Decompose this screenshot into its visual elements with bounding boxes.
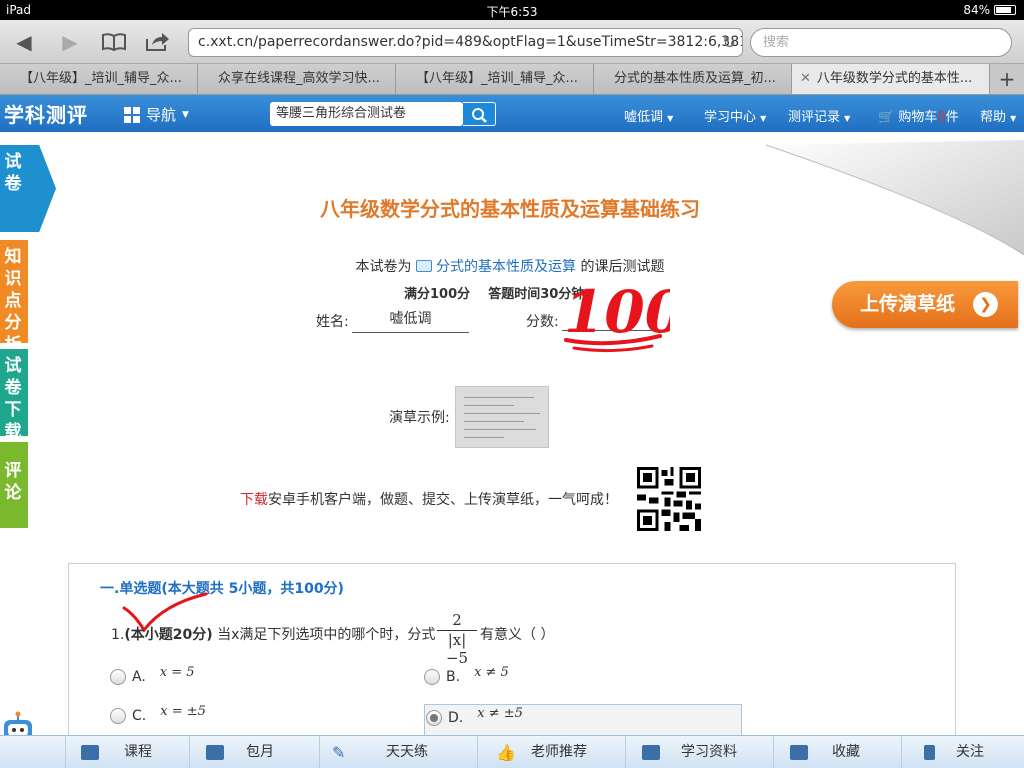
paper-meta: 满分100分 答题时间30分钟 — [404, 287, 585, 302]
tab-4[interactable]: 分式的基本性质及运算_初... — [594, 64, 792, 94]
draft-example-image[interactable] — [455, 386, 549, 448]
tab-2[interactable]: 众享在线课程_高效学习快... — [198, 64, 396, 94]
chevron-right-icon: ❯ — [973, 292, 998, 317]
search-icon — [472, 108, 487, 123]
site-search-input[interactable]: 等腰三角形综合测试卷 — [270, 102, 463, 126]
user-menu[interactable]: 嘘低调 ▼ — [624, 106, 673, 125]
site-logo[interactable]: 学科测评 — [4, 99, 88, 128]
score-stamp-100: 100 — [564, 278, 670, 353]
cart-count: 0 — [937, 110, 946, 125]
back-arrow-icon[interactable]: ◀ — [10, 28, 38, 56]
option-c[interactable]: C. x = ±5 — [110, 704, 206, 724]
draft-example-label: 演草示例: — [389, 410, 450, 426]
question-1-fraction: 2 |x|−5 — [437, 611, 477, 667]
monthly-icon — [206, 745, 224, 760]
bottom-nav-bar: 课程 包月 ✎ 天天练 👍 老师推荐 学习资料 收藏 关注 — [0, 735, 1024, 768]
side-tab-paper[interactable]: 试卷 — [0, 145, 56, 232]
option-d[interactable]: D. x ≠ ±5 — [426, 706, 523, 726]
question-1-stem: 1.(本小题20分) 当x满足下列选项中的哪个时，分式 — [111, 627, 436, 643]
option-a-radio[interactable] — [110, 669, 126, 685]
url-text: c.xxt.cn/paperrecordanswer.do?pid=489&op… — [198, 34, 743, 50]
option-a[interactable]: A. x = 5 — [110, 665, 195, 685]
bottom-nav-course[interactable]: 课程 — [66, 736, 190, 768]
phone-icon — [924, 745, 935, 760]
help-menu[interactable]: 帮助 ▼ — [980, 106, 1016, 125]
cart-link[interactable]: 🛒 购物车0件 — [878, 106, 959, 125]
cart-icon: 🛒 — [878, 110, 895, 125]
site-search-button[interactable] — [463, 102, 496, 126]
thumbs-up-icon: 👍 — [496, 743, 516, 762]
chevron-down-icon: ▼ — [760, 114, 767, 123]
bookmarks-book-icon[interactable] — [100, 28, 128, 56]
option-b[interactable]: B. x ≠ 5 — [424, 665, 509, 685]
option-c-radio[interactable] — [110, 708, 126, 724]
study-center-menu[interactable]: 学习中心 ▼ — [704, 106, 766, 125]
nav-menu-button[interactable]: 导航 ▼ — [124, 104, 189, 125]
course-icon — [81, 745, 99, 760]
battery-percent: 84% — [963, 3, 990, 17]
records-menu[interactable]: 测评记录 ▼ — [788, 106, 850, 125]
browser-toolbar: ◀ ▶ c.xxt.cn/paperrecordanswer.do?pid=48… — [0, 20, 1024, 64]
bottom-nav-monthly[interactable]: 包月 — [190, 736, 320, 768]
bottom-nav-teacher-recommend[interactable]: 👍 老师推荐 — [478, 736, 626, 768]
score-label: 分数: — [526, 314, 559, 330]
add-tab-button[interactable]: + — [990, 64, 1024, 94]
side-tab-download[interactable]: 试卷下载 — [0, 349, 28, 442]
reload-icon[interactable]: ↻ — [723, 29, 736, 56]
share-icon[interactable] — [143, 28, 171, 56]
bottom-nav-follow[interactable]: 关注 — [902, 736, 1024, 768]
name-value: 嘘低调 — [352, 308, 469, 333]
chevron-down-icon: ▼ — [182, 109, 189, 120]
chevron-down-icon: ▼ — [1010, 114, 1017, 123]
side-tab-knowledge[interactable]: 知识点分析 — [0, 240, 28, 355]
paper-title: 八年级数学分式的基本性质及运算基础练习 — [320, 197, 700, 221]
video-icon — [416, 260, 432, 272]
question-1-tail: 有意义（ ） — [480, 627, 555, 643]
option-b-radio[interactable] — [424, 669, 440, 685]
paper-intro: 本试卷为 分式的基本性质及运算 的课后测试题 — [355, 259, 665, 275]
bottom-nav-daily-practice[interactable]: ✎ 天天练 — [320, 736, 478, 768]
chevron-down-icon: ▼ — [667, 114, 674, 123]
qr-code-icon — [637, 467, 701, 531]
upload-draft-button[interactable]: 上传演草纸 ❯ — [832, 281, 1018, 328]
pencil-icon: ✎ — [332, 743, 346, 762]
address-bar[interactable]: c.xxt.cn/paperrecordanswer.do?pid=489&op… — [188, 28, 743, 57]
tab-1[interactable]: 【八年级】_培训_辅导_众... — [0, 64, 198, 94]
download-link[interactable]: 下载 — [240, 492, 268, 508]
name-label: 姓名: — [316, 314, 349, 330]
status-bar: iPad 下午6:53 84% — [0, 0, 1024, 20]
tab-strip: 【八年级】_培训_辅导_众... 众享在线课程_高效学习快... 【八年级】_培… — [0, 64, 1024, 95]
forward-arrow-icon[interactable]: ▶ — [56, 28, 84, 56]
tab-5-label: 八年级数学分式的基本性... — [816, 71, 973, 86]
battery-icon — [994, 5, 1016, 15]
side-tab-comments[interactable]: 评论 — [0, 442, 28, 528]
clock: 下午6:53 — [486, 5, 538, 19]
course-link[interactable]: 分式的基本性质及运算 — [436, 259, 576, 275]
bottom-nav-materials[interactable]: 学习资料 — [626, 736, 774, 768]
folder-icon — [790, 745, 808, 760]
tab-5-active[interactable]: ✕ 八年级数学分式的基本性... — [792, 64, 990, 94]
chevron-down-icon: ▼ — [844, 114, 851, 123]
tab-3[interactable]: 【八年级】_培训_辅导_众... — [396, 64, 594, 94]
browser-search-input[interactable]: 搜索 — [750, 28, 1012, 57]
grid-icon — [124, 106, 140, 123]
bottom-nav-favorites[interactable]: 收藏 — [774, 736, 902, 768]
close-tab-icon[interactable]: ✕ — [800, 71, 811, 86]
site-header: 学科测评 导航 ▼ 等腰三角形综合测试卷 嘘低调 ▼ 学习中心 ▼ 测评记录 ▼… — [0, 95, 1024, 132]
list-icon — [642, 745, 660, 760]
download-app-line: 下载安卓手机客户端，做题、提交、上传演草纸，一气呵成！ — [240, 492, 618, 508]
option-d-radio[interactable] — [426, 710, 442, 726]
